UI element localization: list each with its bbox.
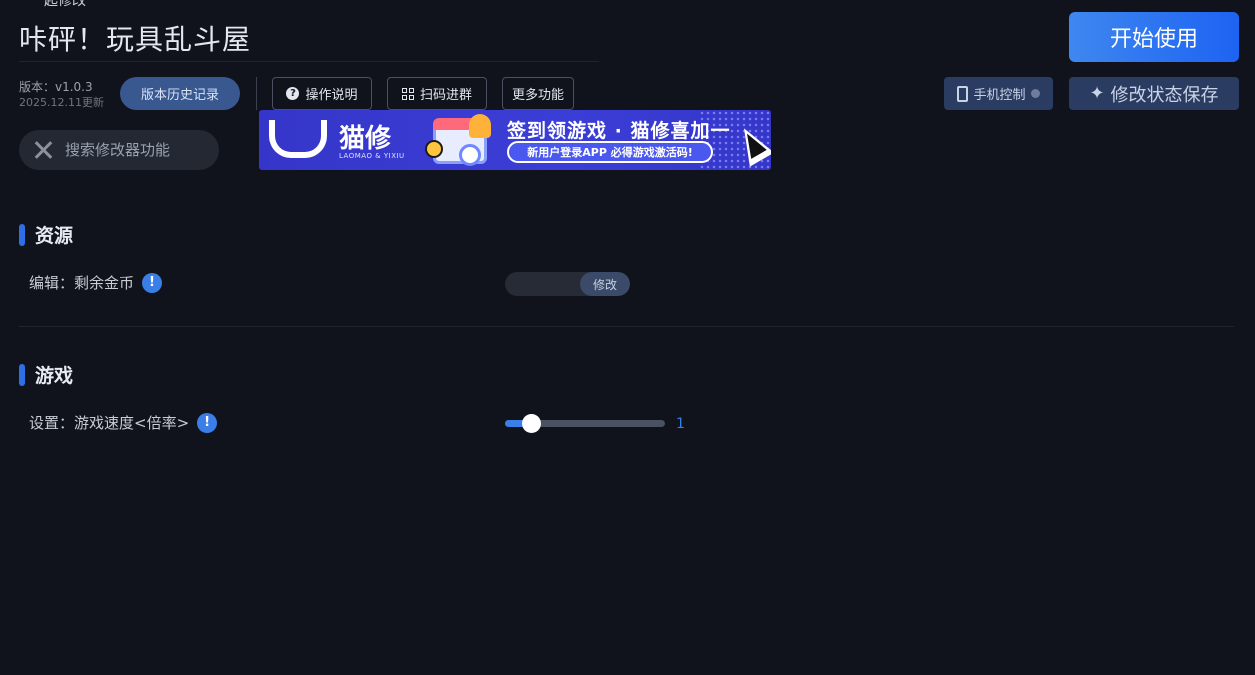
laomao-logo-icon — [269, 120, 329, 160]
banner-brand: 猫修 — [339, 124, 392, 154]
app-root: 一起修改 咔砰！玩具乱斗屋 开始使用 版本：v1.0.3 2025.12.11更… — [0, 0, 1255, 675]
gold-edit-button[interactable]: 修改 — [580, 272, 630, 296]
info-icon[interactable]: ! — [142, 272, 163, 293]
gold-value-input[interactable] — [505, 272, 580, 296]
section-accent-bar — [19, 363, 25, 386]
help-button-label: 操作说明 — [305, 88, 358, 103]
game-title: 咔砰！玩具乱斗屋 — [19, 23, 252, 56]
search-input[interactable] — [65, 141, 205, 159]
version-label: 版本：v1.0.3 — [19, 80, 93, 94]
save-state-button[interactable]: ✦ 修改状态保存 — [1069, 77, 1239, 110]
version-info: 版本：v1.0.3 2025.12.11更新 — [19, 80, 104, 110]
calendar-illustration-icon — [425, 114, 491, 166]
banner-brand-en: LAOMAO & YIXIU — [339, 152, 405, 160]
help-icon: ? — [286, 87, 300, 100]
row-label-speed: 设置：游戏速度<倍率> ! — [29, 412, 218, 433]
speed-label-text: 设置：游戏速度<倍率> — [29, 414, 190, 432]
title-underline — [19, 61, 599, 62]
qr-code-icon — [401, 87, 414, 100]
slider-thumb[interactable] — [521, 414, 541, 433]
start-button[interactable]: 开始使用 — [1069, 12, 1239, 62]
banner-subline: 新用户登录APP 必得游戏激活码! — [507, 141, 713, 163]
section-title: 游戏 — [35, 365, 74, 387]
row-label-gold: 编辑：剩余金币 ! — [29, 272, 163, 293]
slider-value: 1 — [676, 416, 685, 432]
info-icon[interactable]: ! — [197, 412, 218, 433]
join-group-label: 扫码进群 — [419, 88, 472, 103]
save-state-label: 修改状态保存 — [1110, 84, 1219, 106]
gold-edit-group: 修改 — [505, 272, 630, 296]
section-title: 资源 — [35, 225, 74, 247]
phone-icon — [957, 85, 969, 102]
sparkle-icon: ✦ — [1089, 83, 1105, 104]
phone-control-button[interactable]: 手机控制 — [944, 77, 1053, 110]
toolbar-separator — [256, 77, 257, 110]
help-button[interactable]: ? 操作说明 — [272, 77, 372, 110]
gold-label-text: 编辑：剩余金币 — [29, 274, 135, 292]
join-group-button[interactable]: 扫码进群 — [387, 77, 487, 110]
section-header-game: 游戏 — [19, 361, 73, 388]
phone-control-label: 手机控制 — [973, 88, 1026, 103]
cut-off-header-text: 一起修改 — [30, 0, 86, 9]
banner-headline: 签到领游戏 · 猫修喜加一 — [507, 120, 731, 142]
tools-icon — [33, 140, 53, 160]
section-accent-bar — [19, 223, 25, 246]
version-history-button[interactable]: 版本历史记录 — [120, 77, 240, 110]
promo-banner[interactable]: 猫修 LAOMAO & YIXIU 签到领游戏 · 猫修喜加一 新用户登录APP… — [259, 110, 771, 170]
section-header-resources: 资源 — [19, 221, 73, 248]
arrow-circle-icon — [1030, 89, 1040, 98]
section-divider — [19, 326, 1234, 327]
game-speed-slider[interactable] — [505, 414, 665, 433]
version-updated: 2025.12.11更新 — [19, 96, 104, 109]
search-box[interactable] — [19, 130, 219, 170]
more-features-button[interactable]: 更多功能 — [502, 77, 574, 110]
